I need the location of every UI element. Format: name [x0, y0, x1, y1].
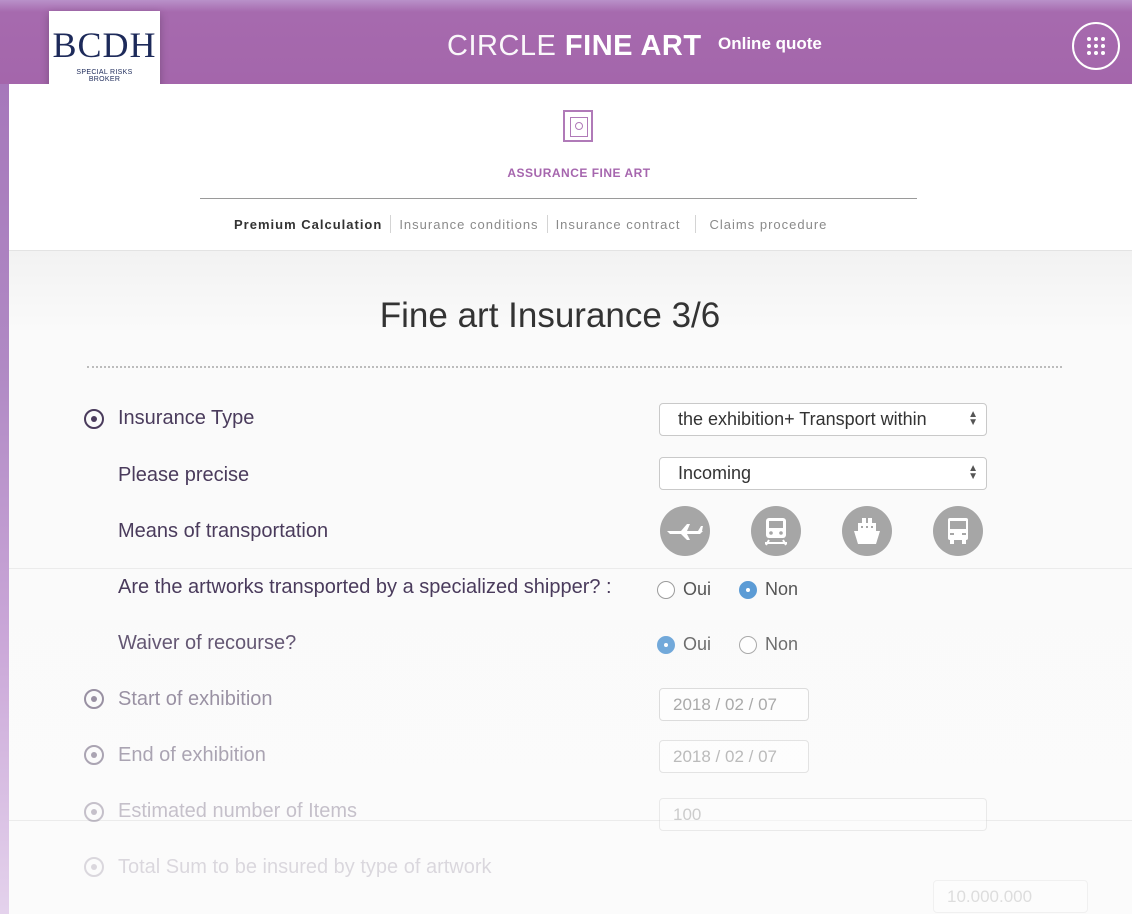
title-divider — [87, 366, 1062, 368]
subnav-insurance-conditions[interactable]: Insurance conditions — [399, 217, 538, 232]
shipper-non-label[interactable]: Non — [765, 579, 798, 600]
waiver-label: Waiver of recourse? — [118, 632, 297, 654]
question-bullet-icon — [84, 745, 104, 765]
shipper-radio-group: Oui Non — [657, 579, 826, 600]
subnav-separator — [694, 215, 696, 233]
grid-menu-icon — [1087, 37, 1105, 55]
header-divider — [200, 198, 917, 199]
brand-subtitle: Online quote — [718, 34, 822, 53]
brand-light: CIRCLE — [447, 30, 557, 62]
waiver-non-radio[interactable] — [739, 635, 758, 654]
end-exhibition-date-input[interactable]: 2018 / 02 / 07 — [659, 740, 809, 773]
precise-value: Incoming — [678, 463, 752, 483]
start-exhibition-label: Start of exhibition — [118, 688, 273, 710]
truck-icon — [948, 518, 968, 544]
section-title: ASSURANCE FINE ART — [507, 166, 651, 180]
precise-label: Please precise — [118, 464, 250, 486]
waiver-oui-label[interactable]: Oui — [683, 634, 711, 655]
ship-icon — [854, 518, 880, 544]
transport-train-button[interactable] — [751, 506, 801, 556]
train-icon — [765, 518, 787, 546]
brand-title: CIRCLE FINE ART — [447, 30, 702, 63]
page-title: Fine art Insurance 3/6 — [379, 296, 721, 335]
subnav-premium-calculation[interactable]: Premium Calculation — [234, 217, 382, 232]
select-arrows-icon: ▲ ▼ — [968, 463, 978, 482]
transport-ship-button[interactable] — [842, 506, 892, 556]
waiver-oui-radio[interactable] — [657, 635, 675, 654]
subnav-insurance-contract[interactable]: Insurance contract — [556, 217, 681, 232]
transport-plane-button[interactable] — [660, 506, 710, 556]
frame-portrait-icon — [563, 110, 593, 142]
precise-select[interactable]: Incoming ▲ ▼ — [659, 457, 987, 490]
insurance-type-value: the exhibition+ Transport within — [678, 409, 927, 429]
insurance-type-label: Insurance Type — [118, 407, 255, 429]
waiver-non-label[interactable]: Non — [765, 634, 798, 655]
subnav-separator — [546, 215, 548, 233]
transport-truck-button[interactable] — [933, 506, 983, 556]
waiver-radio-group: Oui Non — [657, 634, 826, 655]
end-exhibition-label: End of exhibition — [118, 744, 266, 766]
sub-navigation: Premium Calculation Insurance conditions… — [234, 215, 827, 233]
question-bullet-icon — [84, 857, 104, 877]
start-exhibition-date-input[interactable]: 2018 / 02 / 07 — [659, 688, 809, 721]
total-sum-input[interactable]: 10.000.000 — [933, 880, 1088, 913]
plane-icon — [667, 524, 703, 540]
items-label: Estimated number of Items — [118, 800, 357, 822]
logo-mark: BCDH — [52, 25, 157, 65]
left-frame — [0, 0, 9, 914]
question-bullet-icon — [84, 689, 104, 709]
shipper-oui-label[interactable]: Oui — [683, 579, 711, 600]
shipper-label: Are the artworks transported by a specia… — [118, 576, 612, 598]
subnav-claims-procedure[interactable]: Claims procedure — [710, 217, 828, 232]
question-bullet-icon — [84, 802, 104, 822]
row-divider — [9, 568, 1132, 569]
insurance-type-select[interactable]: the exhibition+ Transport within ▲ ▼ — [659, 403, 987, 436]
shipper-oui-radio[interactable] — [657, 580, 675, 599]
select-arrows-icon: ▲ ▼ — [968, 409, 978, 428]
transport-label: Means of transportation — [118, 520, 329, 542]
shipper-non-radio[interactable] — [739, 580, 758, 599]
menu-button[interactable] — [1072, 22, 1120, 70]
question-bullet-icon — [84, 409, 104, 429]
subnav-separator — [390, 215, 392, 233]
total-sum-label: Total Sum to be insured by type of artwo… — [118, 856, 492, 878]
items-input[interactable]: 100 — [659, 798, 987, 831]
brand-bold: FINE ART — [564, 30, 702, 62]
